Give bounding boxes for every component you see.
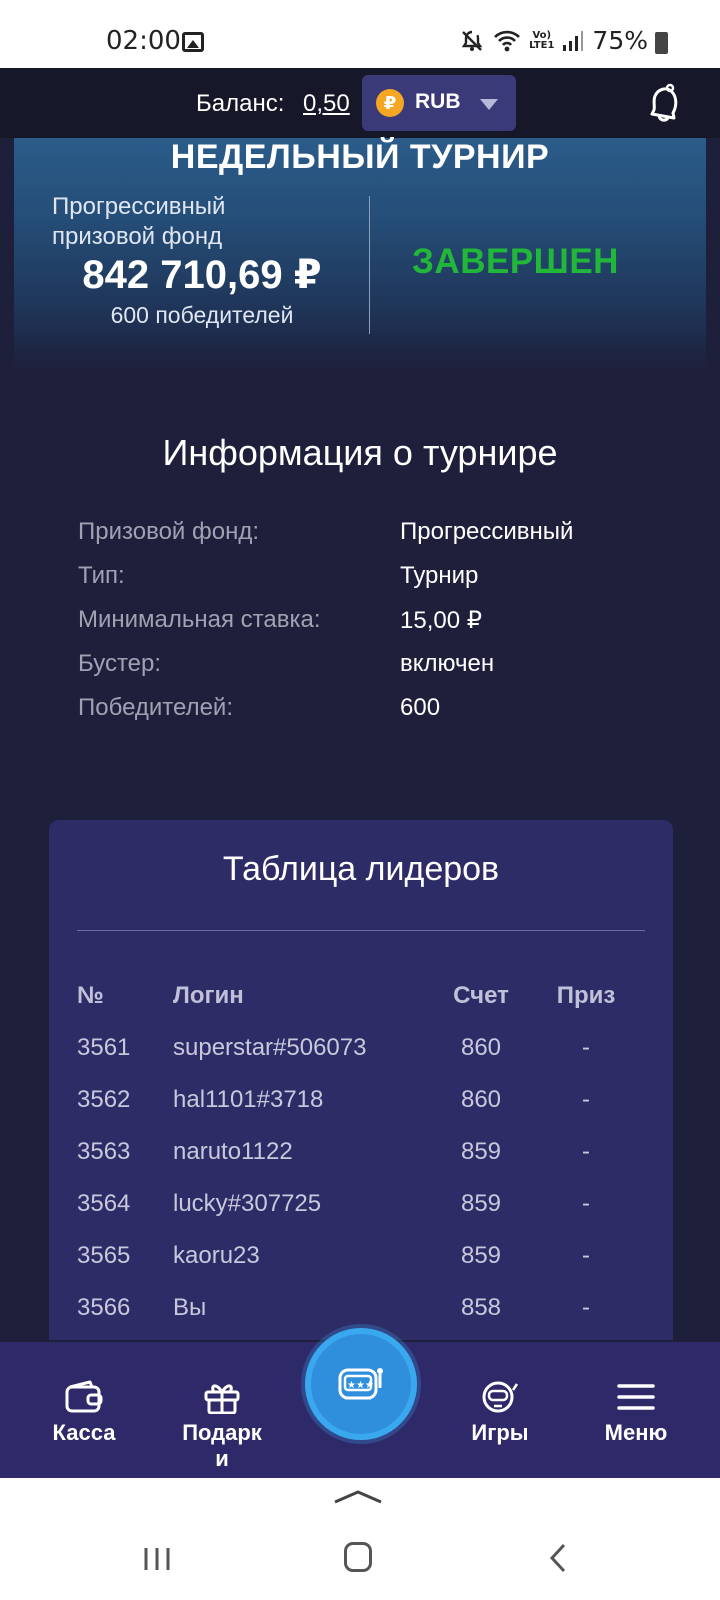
row-num: 3564 (77, 1190, 131, 1217)
tournament-title: НЕДЕЛЬНЫЙ ТУРНИР (170, 138, 550, 176)
back-icon[interactable] (548, 1542, 568, 1574)
leaderboard-card: Таблица лидеров № Логин Счет Приз 3561 s… (49, 820, 673, 1340)
row-num: 3563 (77, 1138, 131, 1165)
row-login: naruto1122 (173, 1138, 293, 1165)
currency-code: RUB (415, 90, 461, 113)
system-nav-bar (0, 1478, 720, 1600)
info-row: Бустер: включен (78, 650, 678, 694)
table-row: 3561 superstar#506073 860 - (49, 1034, 673, 1086)
mute-icon (461, 30, 483, 51)
row-login: lucky#307725 (173, 1190, 322, 1217)
info-key: Бустер: (78, 650, 162, 677)
svg-text:★★★: ★★★ (347, 1380, 374, 1391)
info-key: Победителей: (78, 694, 234, 721)
info-row: Призовой фонд: Прогрессивный (78, 518, 678, 562)
prize-fund-label: Прогрессивный призовой фонд (52, 193, 226, 250)
row-prize: - (582, 1034, 590, 1061)
table-row: 3564 lucky#307725 859 - (49, 1190, 673, 1242)
row-num: 3561 (77, 1034, 131, 1061)
nav-gifts[interactable]: Подарк и (170, 1342, 274, 1478)
info-row: Победителей: 600 (78, 694, 678, 738)
row-num: 3565 (77, 1242, 131, 1269)
row-login: Вы (173, 1294, 207, 1321)
row-num: 3562 (77, 1086, 131, 1113)
info-key: Минимальная ставка: (78, 606, 321, 633)
ruble-coin-icon: ₽ (376, 89, 404, 117)
row-prize: - (582, 1294, 590, 1321)
balance-value[interactable]: 0,50 (303, 90, 350, 118)
table-row: 3565 kaoru23 859 - (49, 1242, 673, 1294)
app-header: Баланс: 0,50 ₽ RUB (0, 68, 720, 138)
row-score: 860 (460, 1086, 502, 1113)
row-prize: - (582, 1242, 590, 1269)
row-prize: - (582, 1138, 590, 1165)
row-num: 3566 (77, 1294, 131, 1321)
info-list: Призовой фонд: Прогрессивный Тип: Турнир… (78, 518, 678, 738)
tournament-banner: НЕДЕЛЬНЫЙ ТУРНИР Прогрессивный призовой … (14, 138, 706, 370)
info-key: Призовой фонд: (78, 518, 260, 545)
recent-apps-icon[interactable] (143, 1544, 171, 1574)
bell-icon[interactable] (644, 82, 684, 124)
row-login: hal1101#3718 (173, 1086, 324, 1113)
info-value: включен (400, 650, 495, 677)
leaderboard-title: Таблица лидеров (222, 850, 500, 888)
wallet-icon (65, 1380, 103, 1413)
battery-percent: 75% (592, 26, 648, 55)
status-time: 02:00 (106, 26, 181, 56)
prize-fund-amount: 842 710,69 ₽ (82, 253, 322, 297)
menu-icon (617, 1384, 655, 1410)
info-value: Прогрессивный (400, 518, 574, 545)
row-login: superstar#506073 (173, 1034, 367, 1061)
info-row: Минимальная ставка: 15,00 ₽ (78, 606, 678, 650)
row-score: 859 (460, 1242, 502, 1269)
info-value: 15,00 ₽ (400, 607, 482, 634)
info-row: Тип: Турнир (78, 562, 678, 606)
table-row: 3562 hal1101#3718 860 - (49, 1086, 673, 1138)
nav-cashier-label: Касса (52, 1420, 116, 1445)
row-score: 859 (460, 1138, 502, 1165)
banner-divider (369, 196, 370, 334)
home-icon[interactable] (344, 1542, 372, 1572)
column-header-login: Логин (173, 982, 244, 1009)
winners-count: 600 победителей (110, 302, 294, 328)
chevron-up-icon[interactable] (333, 1488, 383, 1504)
column-header-num: № (77, 982, 104, 1009)
status-bar: 02:00 Vo) LTE1 75% (0, 0, 720, 68)
row-score: 860 (460, 1034, 502, 1061)
table-row: 3563 naruto1122 859 - (49, 1138, 673, 1190)
column-header-prize: Приз (556, 982, 616, 1009)
column-header-score: Счет (453, 982, 509, 1009)
row-login: kaoru23 (173, 1242, 260, 1269)
gallery-icon (182, 32, 204, 52)
slot-machine-icon: ★★★ (338, 1368, 383, 1400)
tournament-status: ЗАВЕРШЕН (412, 242, 619, 281)
gift-icon (204, 1384, 240, 1414)
info-value: Турнир (400, 562, 479, 589)
currency-selector[interactable]: ₽ RUB (362, 75, 516, 131)
nav-menu[interactable]: Меню (590, 1342, 682, 1478)
nav-menu-label: Меню (604, 1420, 668, 1445)
chevron-down-icon (480, 99, 498, 110)
nav-gifts-label: Подарк и (182, 1420, 262, 1471)
balance-label: Баланс: (196, 90, 285, 117)
row-score: 859 (460, 1190, 502, 1217)
robot-icon (482, 1381, 519, 1413)
info-value: 600 (400, 694, 441, 721)
leaderboard-divider (77, 930, 645, 931)
row-prize: - (582, 1190, 590, 1217)
signal-icon (563, 30, 584, 51)
status-icons: Vo) LTE1 75% (459, 26, 670, 55)
lte-indicator: Vo) LTE1 (529, 29, 555, 51)
info-title: Информация о турнире (162, 432, 558, 473)
nav-games[interactable]: Игры (454, 1342, 546, 1478)
nav-slots-button[interactable]: ★★★ (305, 1328, 417, 1440)
info-key: Тип: (78, 562, 125, 589)
row-score: 858 (460, 1294, 502, 1321)
wifi-icon (494, 30, 521, 51)
battery-icon (655, 32, 668, 54)
nav-games-label: Игры (471, 1420, 529, 1445)
row-prize: - (582, 1086, 590, 1113)
nav-cashier[interactable]: Касса (38, 1342, 130, 1478)
